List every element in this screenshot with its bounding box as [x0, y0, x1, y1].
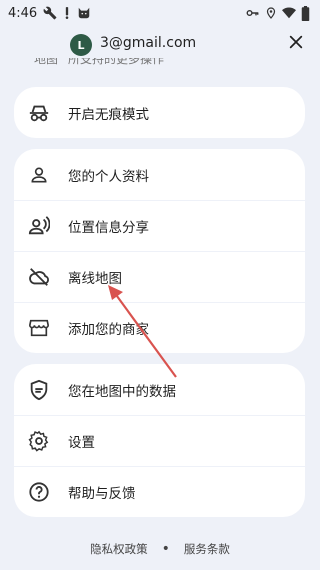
avatar[interactable]: L — [70, 34, 92, 56]
storefront-icon — [28, 317, 50, 339]
menu-item-location-sharing[interactable]: 位置信息分享 — [14, 200, 305, 251]
footer-separator: • — [161, 541, 170, 557]
menu-item-label: 您的个人资料 — [68, 168, 149, 185]
wrench-icon — [43, 6, 57, 20]
help-icon — [28, 481, 50, 503]
menu-item-label: 您在地图中的数据 — [68, 383, 176, 400]
menu-item-label: 帮助与反馈 — [68, 486, 136, 502]
menu-item-label: 添加您的商家 — [68, 322, 149, 338]
data-shield-icon — [28, 379, 50, 401]
close-icon — [288, 34, 304, 54]
account-header: L 3@gmail.com — [0, 26, 320, 62]
exclamation-icon — [63, 6, 71, 20]
status-time: 4:46 — [8, 5, 38, 21]
privacy-policy-link[interactable]: 隐私权政策 — [90, 541, 148, 557]
footer: 隐私权政策 • 服务条款 — [0, 541, 320, 557]
person-icon — [28, 164, 50, 186]
status-bar: 4:46 — [0, 0, 320, 26]
status-left: 4:46 — [8, 6, 91, 21]
status-right — [245, 5, 310, 21]
incognito-card: 开启无痕模式 — [14, 87, 305, 138]
location-sharing-icon — [28, 215, 50, 237]
menu-item-help[interactable]: 帮助与反馈 — [14, 466, 305, 517]
close-button[interactable] — [284, 32, 308, 56]
account-email[interactable]: 3@gmail.com — [100, 35, 196, 51]
menu-item-profile[interactable]: 您的个人资料 — [14, 149, 305, 200]
menu-item-label: 离线地图 — [68, 271, 122, 287]
cat-icon — [77, 6, 91, 20]
menu-item-label: 设置 — [68, 435, 95, 451]
menu-item-label: 位置信息分享 — [68, 220, 149, 236]
menu-item-your-data[interactable]: 您在地图中的数据 — [14, 364, 305, 415]
terms-of-service-link[interactable]: 服务条款 — [184, 541, 230, 557]
avatar-letter: L — [77, 38, 85, 52]
gear-icon — [28, 430, 50, 452]
battery-icon — [301, 5, 310, 21]
menu-item-add-business[interactable]: 添加您的商家 — [14, 302, 305, 353]
profile-card: 您的个人资料 位置信息分享 离线地图 添加您的商家 — [14, 149, 305, 353]
menu-item-incognito[interactable]: 开启无痕模式 — [14, 87, 305, 138]
wifi-icon — [282, 6, 296, 20]
incognito-icon — [28, 102, 50, 124]
menu-item-settings[interactable]: 设置 — [14, 415, 305, 466]
location-icon — [265, 6, 277, 20]
menu-item-offline-maps[interactable]: 离线地图 — [14, 251, 305, 302]
settings-card: 您在地图中的数据 设置 帮助与反馈 — [14, 364, 305, 517]
key-icon — [245, 6, 260, 20]
cloud-off-icon — [28, 266, 50, 288]
menu-item-label: 开启无痕模式 — [68, 106, 149, 123]
